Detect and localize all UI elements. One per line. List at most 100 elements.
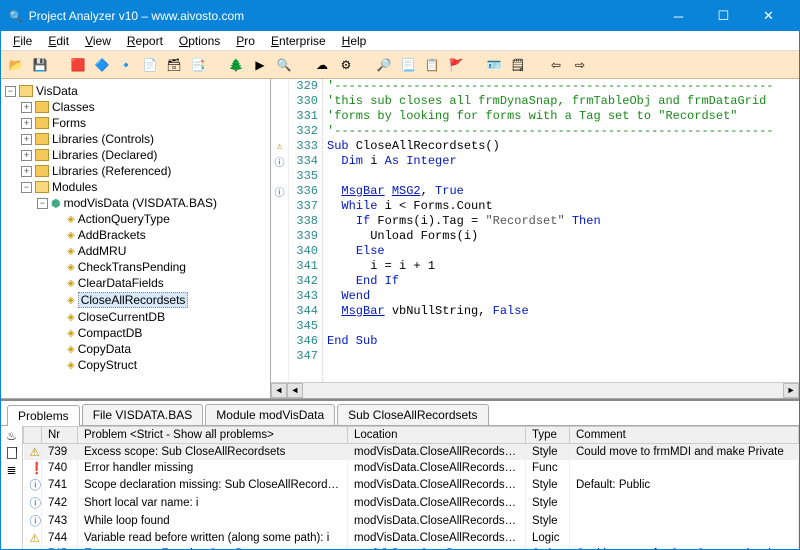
code-line[interactable]: 'this sub closes all frmDynaSnap, frmTab… [327,94,799,109]
code-line[interactable] [327,349,799,364]
tree-func-cleardatafields[interactable]: ◈ClearDataFields [3,275,268,291]
code-line[interactable]: End If [327,274,799,289]
problem-row[interactable]: ⚠745Excess scope: Function CopyDatamodVi… [24,546,799,549]
tree-func-compactdb[interactable]: ◈CompactDB [3,325,268,341]
code-line[interactable]: Sub CloseAllRecordsets() [327,139,799,154]
scroll-right[interactable]: ► [783,383,799,398]
note-icon[interactable]: 🗒 [509,56,527,74]
problem-row[interactable]: ⚠744Variable read before written (along … [24,530,799,546]
code-body[interactable]: '---------------------------------------… [323,79,799,398]
problem-row[interactable]: ⚠739Excess scope: Sub CloseAllRecordsets… [24,444,799,461]
filter-icon[interactable]: ♨ [6,429,17,443]
doc2-icon[interactable]: 📑 [189,56,207,74]
tree-folder-libraries-controls-[interactable]: +Libraries (Controls) [3,131,268,147]
code-line[interactable]: '---------------------------------------… [327,124,799,139]
blue-icon[interactable]: 🔷 [93,56,111,74]
folder-icon[interactable]: 📂 [7,56,25,74]
page-icon[interactable]: 📃 [399,56,417,74]
cog-icon[interactable]: ⚙ [337,56,355,74]
tree-func-closecurrentdb[interactable]: ◈CloseCurrentDB [3,309,268,325]
h-scrollbar[interactable]: ◄ ◄ ► [271,382,799,398]
code-line[interactable]: If Forms(i).Tag = "Recordset" Then [327,214,799,229]
menu-edit[interactable]: Edit [40,32,77,50]
tree-func-addbrackets[interactable]: ◈AddBrackets [3,227,268,243]
left-icon[interactable]: ⇦ [547,56,565,74]
maximize-button[interactable]: ☐ [701,1,746,31]
tree-root[interactable]: −VisData [3,83,268,99]
tree-folder-libraries-referenced-[interactable]: +Libraries (Referenced) [3,163,268,179]
code-line[interactable]: MsgBar MSG2, True [327,184,799,199]
scroll-left2[interactable]: ◄ [287,383,303,398]
db-icon[interactable]: 🗃 [165,56,183,74]
problems-sidebar: ♨ ! ≣ [1,426,23,549]
menu-options[interactable]: Options [171,32,228,50]
tree-func-closeallrecordsets[interactable]: ◈CloseAllRecordsets [3,291,268,309]
cloud-icon[interactable]: ☁ [313,56,331,74]
tree-func-copystruct[interactable]: ◈CopyStruct [3,357,268,373]
code-line[interactable]: Unload Forms(i) [327,229,799,244]
tree-folder-forms[interactable]: +Forms [3,115,268,131]
doc-icon[interactable]: 📄 [141,56,159,74]
problems-tabs: ProblemsFile VISDATA.BASModule modVisDat… [1,401,799,425]
scroll-left[interactable]: ◄ [271,383,287,398]
tab-sub-closeallrecordsets[interactable]: Sub CloseAllRecordsets [337,404,488,425]
tab-module-modvisdata[interactable]: Module modVisData [205,404,335,425]
project-tree[interactable]: −VisData+Classes+Forms+Libraries (Contro… [1,79,271,398]
tab-problems[interactable]: Problems [7,405,80,426]
tree-icon[interactable]: 🌲 [227,56,245,74]
menu-pro[interactable]: Pro [228,32,263,50]
tab-file-visdata-bas[interactable]: File VISDATA.BAS [82,404,204,425]
code-line[interactable]: Else [327,244,799,259]
card-icon[interactable]: 🪪 [485,56,503,74]
close-button[interactable]: ✕ [746,1,791,31]
code-line[interactable]: 'forms by looking for forms with a Tag s… [327,109,799,124]
tree-folder-modules[interactable]: −Modules [3,179,268,195]
list-icon[interactable]: ≣ [6,463,16,477]
zoom-icon[interactable]: 🔎 [375,56,393,74]
minimize-button[interactable]: ─ [656,1,701,31]
tree-folder-classes[interactable]: +Classes [3,99,268,115]
tree-folder-libraries-declared-[interactable]: +Libraries (Declared) [3,147,268,163]
menu-file[interactable]: File [5,32,40,50]
tree-func-addmru[interactable]: ◈AddMRU [3,243,268,259]
code-line[interactable]: MsgBar vbNullString, False [327,304,799,319]
col-type[interactable]: Type [526,427,570,444]
col-nr[interactable]: Nr [42,427,78,444]
menu-view[interactable]: View [77,32,119,50]
problem-row[interactable]: ⓘ742Short local var name: imodVisData.Cl… [24,494,799,512]
pages-icon[interactable]: 📋 [423,56,441,74]
menu-report[interactable]: Report [119,32,171,50]
col-location[interactable]: Location [348,427,526,444]
problems-table[interactable]: Nr Problem <Strict - Show all problems> … [23,426,799,549]
code-line[interactable] [327,169,799,184]
code-viewer: ⚠ⓘⓘ 329330331332333334335336337338339340… [271,79,799,398]
tree-func-actionquerytype[interactable]: ◈ActionQueryType [3,211,268,227]
tree-func-copydata[interactable]: ◈CopyData [3,341,268,357]
flag-icon[interactable]: 🚩 [447,56,465,74]
code-line[interactable]: '---------------------------------------… [327,79,799,94]
find-icon[interactable]: 🔍 [275,56,293,74]
tree-func-checktranspending[interactable]: ◈CheckTransPending [3,259,268,275]
code-line[interactable]: Dim i As Integer [327,154,799,169]
menubar: FileEditViewReportOptionsProEnterpriseHe… [1,31,799,51]
problems-pane: ProblemsFile VISDATA.BASModule modVisDat… [1,399,799,549]
code-line[interactable]: While i < Forms.Count [327,199,799,214]
play-icon[interactable]: ▶ [251,56,269,74]
problem-row[interactable]: ⓘ741Scope declaration missing: Sub Close… [24,476,799,494]
menu-enterprise[interactable]: Enterprise [263,32,334,50]
doc-icon[interactable]: ! [7,447,17,459]
tree-module[interactable]: −⬢modVisData (VISDATA.BAS) [3,195,268,211]
problem-row[interactable]: ⓘ743While loop foundmodVisData.CloseAllR… [24,512,799,530]
save-icon[interactable]: 💾 [31,56,49,74]
code-line[interactable]: End Sub [327,334,799,349]
code-line[interactable]: i = i + 1 [327,259,799,274]
code-line[interactable]: Wend [327,289,799,304]
cyan-icon[interactable]: 🔹 [117,56,135,74]
right-icon[interactable]: ⇨ [571,56,589,74]
code-line[interactable] [327,319,799,334]
col-comment[interactable]: Comment [570,427,799,444]
problem-row[interactable]: ❗740Error handler missingmodVisData.Clos… [24,460,799,476]
red-icon[interactable]: 🟥 [69,56,87,74]
col-problem[interactable]: Problem <Strict - Show all problems> [78,427,348,444]
menu-help[interactable]: Help [334,32,375,50]
